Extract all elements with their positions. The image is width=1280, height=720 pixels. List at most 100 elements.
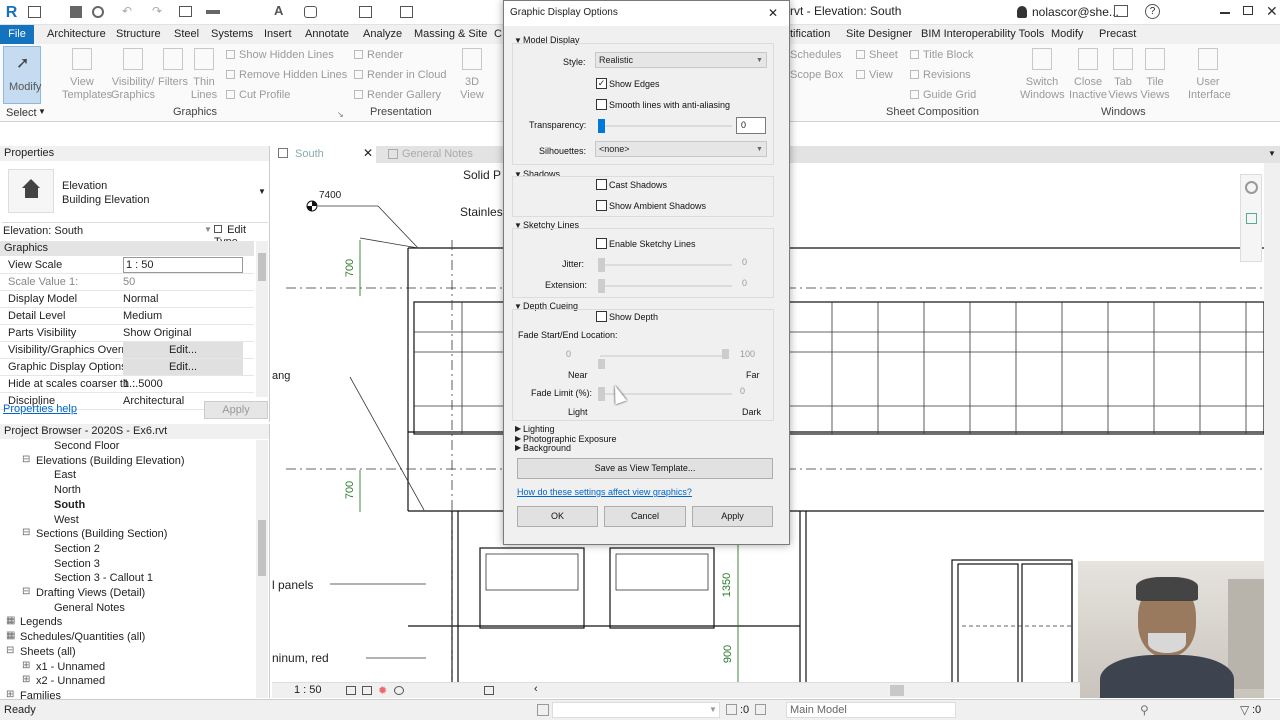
shadows-icon[interactable] (394, 686, 404, 695)
tree-item[interactable]: ⊞ x1 - Unnamed (22, 660, 105, 673)
save-icon[interactable] (70, 6, 82, 18)
schedules-button[interactable]: Schedules (790, 49, 841, 61)
user-name[interactable]: nolascor@she... (1032, 5, 1119, 19)
tree-item[interactable]: ▦ Legends (6, 615, 62, 628)
remove-hidden-lines-button[interactable]: Remove Hidden Lines (226, 69, 347, 81)
transparency-input[interactable]: 0 (736, 117, 766, 134)
material-tag-panels[interactable]: l panels (272, 578, 313, 592)
crop-view-icon[interactable] (484, 686, 494, 695)
steering-wheel-icon[interactable] (1245, 181, 1258, 194)
scope-box-button[interactable]: Scope Box (790, 69, 843, 81)
filters-button[interactable]: Filters (156, 48, 190, 89)
drawing-hscroll-thumb[interactable] (890, 685, 904, 696)
tree-item[interactable]: ⊟ Elevations (Building Elevation) (22, 454, 185, 467)
3d-view-button[interactable]: 3D View (456, 48, 488, 102)
expand-toggle-icon[interactable]: ⊞ (22, 660, 30, 671)
tab-steel[interactable]: Steel (174, 25, 199, 44)
tab-insert[interactable]: Insert (264, 25, 292, 44)
show-hidden-lines-button[interactable]: Show Hidden Lines (226, 49, 334, 61)
property-value[interactable]: Edit... (123, 359, 243, 375)
view-templates-button[interactable]: View Templates (62, 48, 112, 102)
jitter-slider-track[interactable] (600, 264, 732, 266)
tab-architecture[interactable]: Architecture (47, 25, 106, 44)
zoom-icon[interactable] (1246, 213, 1257, 224)
open-icon[interactable] (28, 6, 41, 18)
render-gallery-button[interactable]: Render Gallery (354, 89, 441, 101)
restore-icon[interactable] (1243, 6, 1253, 15)
lighting-header[interactable]: Lighting (523, 424, 555, 434)
tree-item[interactable]: General Notes (54, 602, 125, 614)
property-value[interactable]: 50 (123, 276, 135, 288)
material-tag-aluminum[interactable]: ninum, red (272, 651, 329, 665)
dimension-700-top[interactable]: 700 (344, 259, 356, 277)
measure-icon[interactable] (206, 10, 220, 14)
tree-item[interactable]: Second Floor (54, 440, 119, 452)
expand-toggle-icon[interactable]: ⊟ (22, 586, 30, 597)
tree-item[interactable]: South (54, 499, 85, 511)
expand-toggle-icon[interactable]: ⊟ (22, 527, 30, 538)
navigation-bar[interactable] (1240, 174, 1262, 262)
guide-grid-button[interactable]: Guide Grid (910, 89, 976, 101)
tab-views-button[interactable]: Tab Views (1108, 48, 1138, 102)
graphics-panel-launcher-icon[interactable]: ↘ (337, 110, 344, 119)
fade-location-track[interactable] (600, 355, 726, 357)
property-value[interactable]: 1 : 50 (123, 257, 243, 273)
thin-lines-button[interactable]: Thin Lines (188, 48, 220, 102)
visual-style-icon[interactable] (362, 686, 372, 695)
switch-windows-button[interactable]: Switch Windows (1020, 48, 1065, 102)
tree-item[interactable]: ⊟ Drafting Views (Detail) (22, 586, 145, 599)
tab-structure[interactable]: Structure (116, 25, 161, 44)
tree-item[interactable]: West (54, 514, 79, 526)
instance-selector[interactable]: Elevation: South ▼ (0, 224, 214, 239)
redo-icon[interactable]: ↷ (152, 4, 162, 18)
close-icon[interactable]: ✕ (1266, 3, 1278, 20)
revit-logo-icon[interactable]: R (3, 3, 20, 22)
user-interface-button[interactable]: User Interface (1188, 48, 1231, 102)
visibility-graphics-button[interactable]: Visibility/ Graphics (108, 48, 158, 102)
material-tag-stainless[interactable]: Stainles (460, 205, 503, 219)
design-options-icon[interactable] (755, 704, 766, 715)
tree-item[interactable]: ⊞ x2 - Unnamed (22, 674, 105, 687)
render-in-cloud-button[interactable]: Render in Cloud (354, 69, 447, 81)
tab-massing-site[interactable]: Massing & Site (414, 25, 487, 44)
dimension-700-mid[interactable]: 700 (344, 481, 356, 499)
dimension-900[interactable]: 900 (722, 645, 734, 663)
help-link[interactable]: How do these settings affect view graphi… (517, 487, 692, 497)
text-icon[interactable]: A (274, 3, 283, 18)
expand-toggle-icon[interactable]: ▦ (6, 615, 15, 626)
tab-bim-interoperability[interactable]: BIM Interoperability Tools (921, 25, 1044, 44)
tab-add-ins[interactable]: tification (790, 25, 830, 44)
tab-collaborate[interactable]: C (494, 25, 502, 44)
worksets-icon[interactable] (537, 704, 549, 716)
property-row[interactable]: Visibility/Graphics Overr... Edit... (0, 342, 254, 359)
tab-modify[interactable]: Modify (1051, 25, 1083, 44)
cast-shadows-checkbox[interactable] (596, 179, 607, 190)
fade-start-thumb[interactable] (598, 359, 605, 369)
select-dropdown[interactable]: Select (6, 107, 37, 119)
tile-views-button[interactable]: Tile Views (1140, 48, 1170, 102)
lighting-expand-icon[interactable]: ▶ (515, 424, 521, 433)
property-value[interactable]: Edit... (123, 342, 243, 358)
view-tab-south[interactable]: South ✕ (272, 146, 376, 163)
property-row[interactable]: Hide at scales coarser th... 1 : 5000 (0, 376, 254, 393)
tree-item[interactable]: ⊟ Sheets (all) (6, 645, 76, 658)
transparency-slider-thumb[interactable] (598, 119, 605, 133)
drawing-vscrollbar[interactable] (1264, 163, 1280, 698)
tree-item[interactable]: Section 2 (54, 543, 100, 555)
material-tag-ang[interactable]: ang (272, 370, 290, 382)
dialog-title-bar[interactable]: Graphic Display Options ✕ (504, 1, 789, 26)
design-option-selector[interactable]: Main Model (786, 702, 956, 718)
extension-slider-thumb[interactable] (598, 279, 605, 293)
browser-scroll-thumb[interactable] (258, 520, 266, 576)
cancel-button[interactable]: Cancel (604, 506, 686, 527)
dialog-close-icon[interactable]: ✕ (768, 6, 778, 20)
properties-apply-button[interactable]: Apply (204, 401, 268, 419)
tab-site-designer[interactable]: Site Designer (846, 25, 912, 44)
apply-button[interactable]: Apply (692, 506, 773, 527)
property-value[interactable]: Normal (123, 293, 158, 305)
transparency-slider-track[interactable] (600, 125, 732, 127)
property-row[interactable]: Scale Value 1: 50 (0, 274, 254, 291)
detail-level-icon[interactable] (346, 686, 356, 695)
property-row[interactable]: Display Model Normal (0, 291, 254, 308)
dimension-1350[interactable]: 1350 (721, 573, 733, 597)
